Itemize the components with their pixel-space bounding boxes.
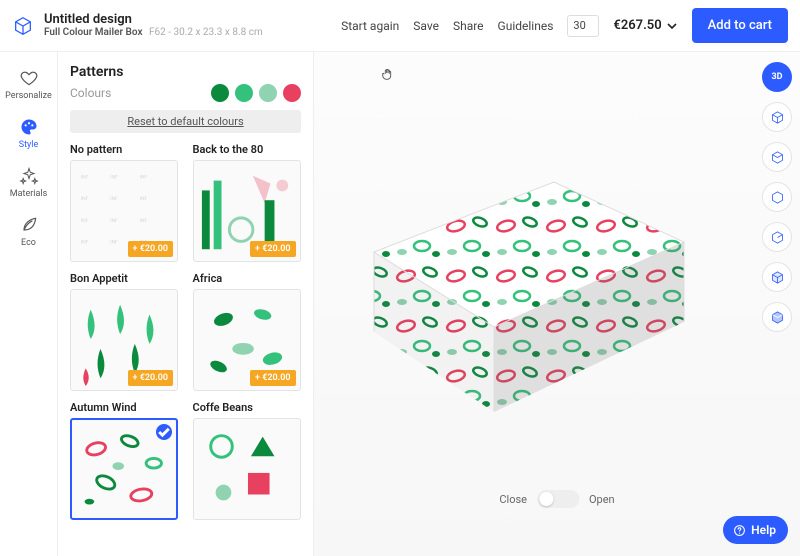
thumb[interactable] (193, 418, 301, 520)
thumb[interactable]: + €20.00 (70, 289, 178, 391)
swatch-2[interactable] (235, 84, 253, 102)
colours-label: Colours (70, 86, 111, 100)
tile-label: Back to the 80 (193, 143, 302, 156)
thumb[interactable] (70, 418, 178, 520)
product-sku: F62 (149, 27, 166, 38)
price-badge: + €20.00 (128, 241, 173, 257)
share-link[interactable]: Share (453, 19, 484, 33)
tile-label: Autumn Wind (70, 401, 179, 414)
view-angle-6[interactable] (762, 302, 792, 332)
view-angle-4[interactable] (762, 222, 792, 252)
tile-label: No pattern (70, 143, 179, 156)
price-value: €267.50 (613, 18, 661, 33)
svg-text:INF: INF (81, 239, 89, 245)
nav-label: Materials (10, 189, 47, 199)
view-angle-3[interactable] (762, 182, 792, 212)
svg-text:INF: INF (110, 175, 118, 181)
product-dims: 30.2 x 23.3 x 8.8 cm (174, 27, 263, 38)
add-to-cart-button[interactable]: Add to cart (692, 8, 788, 43)
toggle-close-label: Close (499, 493, 527, 506)
pattern-tile-back-to-80[interactable]: Back to the 80 + €20.00 (193, 143, 302, 262)
svg-text:INF: INF (110, 196, 118, 202)
colours-row: Colours (70, 84, 301, 102)
box-3d-render[interactable] (344, 112, 704, 472)
swatch-1[interactable] (211, 84, 229, 102)
thumb[interactable]: INFINFINFINFINFINFINFINFINFINFINFINF + €… (70, 160, 178, 262)
view-tools: 3D (762, 62, 792, 332)
toggle-open-label: Open (589, 493, 615, 506)
swatch-3[interactable] (259, 84, 277, 102)
pattern-tile-coffe-beans[interactable]: Coffe Beans (193, 401, 302, 520)
grab-cursor-icon (380, 66, 396, 86)
price-badge: + €20.00 (128, 370, 173, 386)
view-angle-5[interactable] (762, 262, 792, 292)
nav-label: Personalize (5, 91, 52, 101)
svg-text:INF: INF (81, 218, 89, 224)
open-close-toggle: Close Open (499, 490, 614, 508)
sparkle-icon (19, 166, 39, 186)
svg-text:INF: INF (110, 218, 118, 224)
tile-label: Africa (193, 272, 302, 285)
product-subtitle: Full Colour Mailer Box F62 - 30.2 x 23.3… (44, 27, 263, 39)
price-badge: + €20.00 (250, 241, 295, 257)
swatch-4[interactable] (283, 84, 301, 102)
chevron-down-icon (666, 20, 678, 32)
patterns-panel: Patterns Colours Reset to default colour… (58, 52, 314, 556)
view-3d-button[interactable]: 3D (762, 62, 792, 92)
help-icon (733, 524, 746, 537)
nav-materials[interactable]: Materials (4, 160, 54, 205)
mode3d-label: 3D (771, 72, 782, 82)
nav-label: Style (19, 140, 39, 150)
tile-label: Coffe Beans (193, 401, 302, 414)
pattern-tile-africa[interactable]: Africa + €20.00 (193, 272, 302, 391)
nav-label: Eco (21, 238, 36, 248)
tile-label: Bon Appetit (70, 272, 179, 285)
help-button[interactable]: Help (723, 516, 788, 544)
pattern-tile-no-pattern[interactable]: No pattern INF INF INF INF INF INF INF INF INF IN… (70, 143, 179, 262)
quantity-input[interactable]: 30 (567, 15, 599, 37)
check-icon (156, 424, 172, 440)
view-angle-2[interactable] (762, 142, 792, 172)
nav-style[interactable]: Style (4, 111, 54, 156)
design-title[interactable]: Untitled design (44, 12, 263, 28)
price-dropdown[interactable]: €267.50 (613, 18, 677, 33)
help-label: Help (751, 523, 776, 537)
canvas-viewport[interactable]: Close Open (314, 52, 800, 556)
nav-eco[interactable]: Eco (4, 209, 54, 254)
save-link[interactable]: Save (413, 19, 439, 33)
guidelines-link[interactable]: Guidelines (498, 19, 554, 33)
svg-text:INF: INF (140, 218, 148, 224)
svg-text:INF: INF (81, 196, 89, 202)
palette-icon (19, 117, 39, 137)
top-actions: Start again Save Share Guidelines 30 €26… (341, 8, 788, 43)
thumb[interactable]: + €20.00 (193, 160, 301, 262)
nav-personalize[interactable]: Personalize (4, 62, 54, 107)
left-nav: Personalize Style Materials Eco (0, 52, 58, 556)
start-again-link[interactable]: Start again (341, 19, 399, 33)
logo-icon (12, 15, 34, 37)
svg-text:INF: INF (140, 175, 148, 181)
panel-title: Patterns (70, 64, 301, 80)
reset-colours-button[interactable]: Reset to default colours (70, 110, 301, 133)
leaf-icon (19, 215, 39, 235)
heart-icon (19, 68, 39, 88)
swatches (211, 84, 301, 102)
svg-text:INF: INF (140, 196, 148, 202)
pattern-tile-bon-appetit[interactable]: Bon Appetit + €20.00 (70, 272, 179, 391)
svg-text:INF: INF (81, 175, 89, 181)
toggle-switch[interactable] (537, 490, 579, 508)
view-angle-1[interactable] (762, 102, 792, 132)
pattern-grid: No pattern INF INF INF INF INF INF INF INF INF IN… (70, 143, 301, 520)
price-badge: + €20.00 (250, 370, 295, 386)
top-bar: Untitled design Full Colour Mailer Box F… (0, 0, 800, 52)
thumb[interactable]: + €20.00 (193, 289, 301, 391)
product-name: Full Colour Mailer Box (44, 27, 143, 38)
svg-text:INF: INF (110, 239, 118, 245)
title-block: Untitled design Full Colour Mailer Box F… (44, 12, 263, 40)
pattern-tile-autumn-wind[interactable]: Autumn Wind (70, 401, 179, 520)
